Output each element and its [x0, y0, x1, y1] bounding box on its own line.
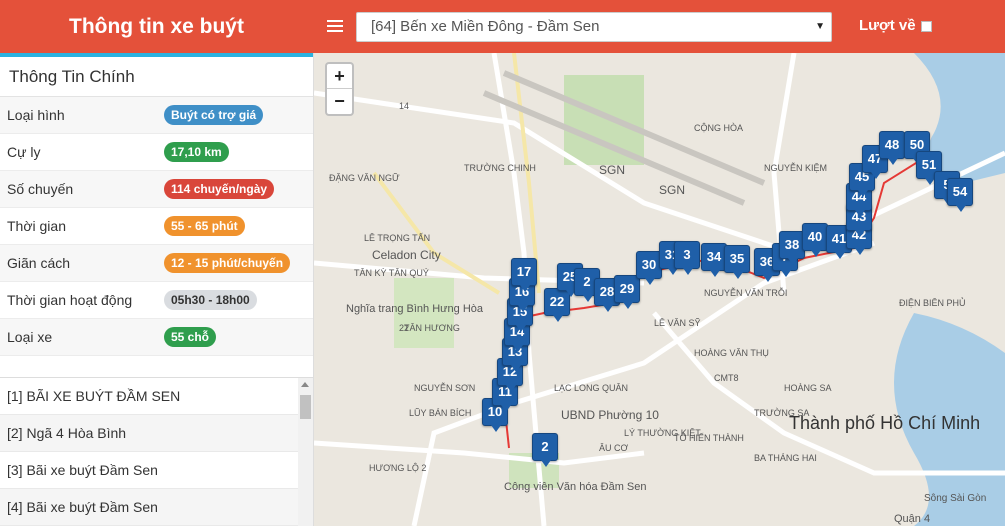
zoom-out-button[interactable]: −: [327, 89, 352, 114]
map-label: NGUYỄN KIỆM: [764, 163, 828, 173]
info-label: Loại hình: [7, 107, 65, 123]
map-label: ÂU CƠ: [599, 443, 629, 453]
bus-stop-marker[interactable]: 48: [879, 131, 905, 165]
bus-stop-marker[interactable]: 29: [614, 275, 640, 309]
info-badge: 12 - 15 phút/chuyến: [164, 253, 291, 273]
zoom-control: + −: [325, 62, 354, 116]
info-row: Số chuyến 114 chuyến/ngày: [0, 171, 313, 208]
map-label: HOÀNG VĂN THỤ: [694, 348, 769, 358]
stop-list-item[interactable]: [2] Ngã 4 Hòa Bình: [0, 415, 313, 452]
stops-list[interactable]: [1] BÃI XE BUÝT ĐẦM SEN [2] Ngã 4 Hòa Bìn…: [0, 377, 313, 526]
map-label: 22: [399, 323, 410, 333]
map-base: [314, 53, 1005, 526]
top-navbar: Thông tin xe buýt [64] Bến xe Miền Đông …: [0, 0, 1005, 53]
scroll-thumb[interactable]: [300, 395, 311, 419]
bus-stop-marker[interactable]: 2: [532, 433, 558, 467]
info-label: Số chuyến: [7, 181, 74, 197]
stop-list-item[interactable]: [1] BÃI XE BUÝT ĐẦM SEN: [0, 378, 313, 415]
return-trip-label[interactable]: Lượt về: [859, 17, 916, 34]
info-row: Loại xe 55 chỗ: [0, 319, 313, 356]
stop-list-item[interactable]: [4] Bãi xe buýt Đầm Sen: [0, 489, 313, 526]
info-row: Thời gian hoạt động 05h30 - 18h00: [0, 282, 313, 319]
info-label: Loại xe: [7, 329, 53, 345]
sidebar: Thông Tin Chính Loại hình Buýt có trợ giá…: [0, 53, 314, 526]
bus-stop-marker[interactable]: 35: [724, 245, 750, 279]
info-table: Loại hình Buýt có trợ giá Cự ly 17,10 km Số …: [0, 97, 313, 356]
map-label: LÊ VĂN SỸ: [654, 318, 701, 328]
map-label: CMT8: [714, 373, 739, 383]
info-label: Thời gian: [7, 218, 66, 234]
info-badge: 114 chuyến/ngày: [164, 179, 275, 199]
map-label: ĐIỆN BIÊN PHỦ: [899, 298, 966, 308]
stops-scrollbar[interactable]: [298, 378, 313, 526]
caret-down-icon: ▼: [815, 21, 825, 32]
bus-stop-marker[interactable]: 17: [511, 258, 537, 292]
info-row: Thời gian 55 - 65 phút: [0, 208, 313, 245]
map-label: LŨY BÁN BÍCH: [409, 408, 472, 418]
info-badge: Buýt có trợ giá: [164, 105, 264, 125]
info-badge: 17,10 km: [164, 142, 229, 162]
map-label: LÝ THƯỜNG KIỆT: [624, 428, 701, 438]
info-label: Cự ly: [7, 144, 41, 160]
info-row: Giãn cách 12 - 15 phút/chuyến: [0, 245, 313, 282]
app-title[interactable]: Thông tin xe buýt: [0, 0, 313, 53]
bus-stop-marker[interactable]: 54: [947, 178, 973, 212]
map-label: TÂN KỲ TÂN QUÝ: [354, 268, 429, 278]
map-label: HOÀNG SA: [784, 383, 832, 393]
info-badge: 55 chỗ: [164, 327, 217, 347]
bus-stop-marker[interactable]: 3: [674, 241, 700, 275]
route-dropdown-value: [64] Bến xe Miền Đông - Đầm Sen: [371, 18, 600, 35]
map-label: Nghĩa trang Bình Hưng Hòa: [346, 303, 484, 315]
map-label: Celadon City: [372, 248, 441, 262]
bus-stop-marker[interactable]: 40: [802, 223, 828, 257]
info-label: Thời gian hoạt động: [7, 292, 133, 308]
info-badge: 55 - 65 phút: [164, 216, 245, 236]
info-label: Giãn cách: [7, 255, 71, 271]
map-label: LẠC LONG QUÂN: [554, 383, 629, 393]
info-badge: 05h30 - 18h00: [164, 290, 257, 310]
map-label: Sông Sài Gòn: [924, 493, 987, 504]
map-label: TÂN HƯƠNG: [404, 323, 460, 333]
route-map[interactable]: + − SGN SGN Celadon City Nghĩa trang Bình H…: [314, 53, 1005, 526]
map-label: ĐẶNG VĂN NGỮ: [329, 173, 400, 183]
map-label: NGUYỄN VĂN TRỖI: [704, 288, 788, 298]
map-label: Thành phố Hồ Chí Minh: [789, 413, 981, 433]
route-dropdown[interactable]: [64] Bến xe Miền Đông - Đầm Sen ▼: [356, 12, 832, 42]
map-label: 14: [399, 101, 410, 111]
return-trip-checkbox[interactable]: [921, 21, 932, 32]
info-panel-title: Thông Tin Chính: [0, 57, 313, 97]
map-label: HƯƠNG LỘ 2: [369, 463, 427, 473]
map-label: Công viên Văn hóa Đầm Sen: [504, 481, 647, 493]
map-label: TRƯỜNG CHINH: [464, 163, 536, 173]
map-label: SGN: [659, 183, 686, 197]
hamburger-menu-icon[interactable]: [327, 17, 343, 35]
map-label: BA THÁNG HAI: [754, 453, 817, 463]
map-label: UBND Phường 10: [561, 408, 659, 422]
map-label: CỘNG HÒA: [694, 123, 744, 133]
map-label: NGUYỄN SƠN: [414, 383, 476, 393]
zoom-in-button[interactable]: +: [327, 64, 352, 89]
map-label: SGN: [599, 163, 626, 177]
map-label: TRƯỜNG SA: [754, 408, 810, 418]
scroll-up-arrow-icon[interactable]: [301, 382, 309, 387]
info-row: Loại hình Buýt có trợ giá: [0, 97, 313, 134]
stop-list-item[interactable]: [3] Bãi xe buýt Đầm Sen: [0, 452, 313, 489]
map-label: Quận 4: [894, 513, 931, 525]
map-label: LÊ TRỌNG TẤN: [364, 233, 431, 243]
park-area: [564, 75, 644, 165]
info-row: Cự ly 17,10 km: [0, 134, 313, 171]
